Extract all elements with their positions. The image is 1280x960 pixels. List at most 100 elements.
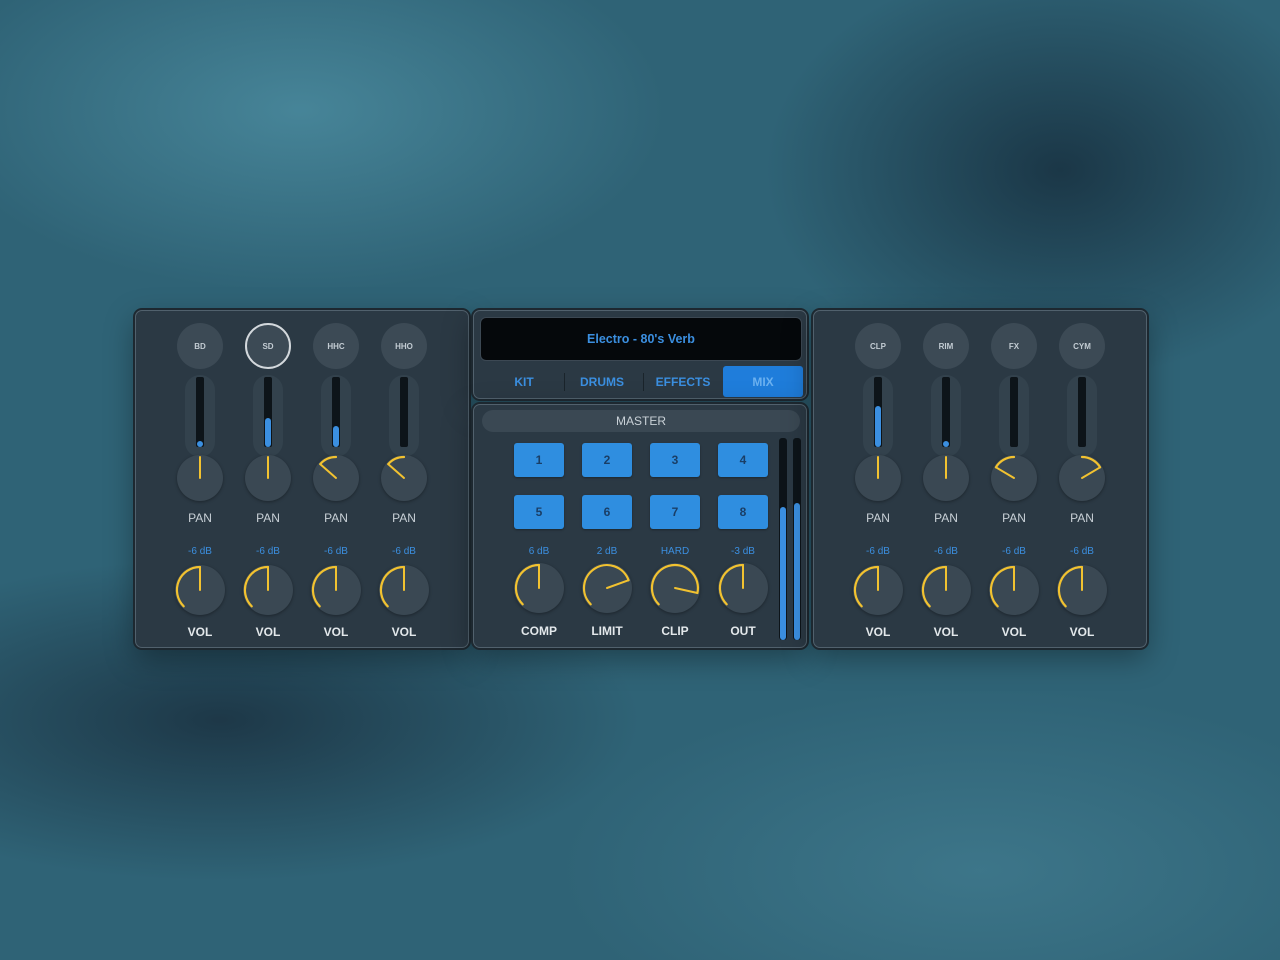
pan-knob[interactable] [245,455,291,501]
volume-value: -6 dB [392,546,416,557]
channel-strip-hhc: HHC PAN -6 dB VOL [302,311,370,649]
pan-knob[interactable] [177,455,223,501]
preset-display[interactable]: Electro - 80's Verb [480,317,802,361]
comp-label: COMP [521,624,557,638]
channel-select-button[interactable]: BD [177,323,223,369]
volume-knob[interactable] [379,565,429,615]
meter-level [197,441,203,447]
level-meter [942,377,950,447]
master-panel: MASTER 12345678 6 dB COMP 2 dB LIMIT HARD CLI… [473,404,807,648]
volume-knob[interactable] [1057,565,1107,615]
tab-mix-label: MIX [752,374,774,389]
channel-name: CLP [870,341,886,351]
tab-kit-label: KIT [514,374,534,389]
volume-value: -6 dB [1070,546,1094,557]
volume-label: VOL [255,625,281,639]
level-meter [332,377,340,447]
master-out-control: -3 dB OUT [709,405,777,645]
pan-knob[interactable] [991,455,1037,501]
out-value: -3 dB [731,546,755,557]
volume-knob[interactable] [989,565,1039,615]
channel-strip-sd: SD PAN -6 dB VOL [234,311,302,649]
pan-knob[interactable] [313,455,359,501]
channel-select-button[interactable]: RIM [923,323,969,369]
preset-name: Electro - 80's Verb [587,332,695,346]
volume-label: VOL [187,625,213,639]
pan-label: PAN [866,511,890,525]
level-meter [400,377,408,447]
volume-label: VOL [1069,625,1095,639]
out-knob[interactable] [718,563,768,613]
pan-label: PAN [934,511,958,525]
channel-select-button[interactable]: SD [245,323,291,369]
level-meter [874,377,882,447]
pan-knob[interactable] [381,455,427,501]
volume-value: -6 dB [1002,546,1026,557]
channel-select-button[interactable]: CYM [1059,323,1105,369]
channel-strip-cym: CYM PAN -6 dB VOL [1048,311,1116,649]
tab-mix[interactable]: MIX [723,366,803,397]
pan-label: PAN [1070,511,1094,525]
channel-name: FX [1008,341,1020,351]
right-mixer-panel: CLP PAN -6 dB VOL RIM PAN -6 dB VOL FX PAN -6 dB VO… [813,310,1147,648]
tab-effects-label: EFFECTS [655,374,711,389]
out-label: OUT [730,624,756,638]
pan-label: PAN [188,511,212,525]
volume-knob[interactable] [921,565,971,615]
volume-knob[interactable] [175,565,225,615]
pan-knob[interactable] [1059,455,1105,501]
clip-label: CLIP [661,624,689,638]
pan-knob[interactable] [855,455,901,501]
channel-strip-clp: CLP PAN -6 dB VOL [844,311,912,649]
master-comp-control: 6 dB COMP [505,405,573,645]
channel-strip-rim: RIM PAN -6 dB VOL [912,311,980,649]
channel-select-button[interactable]: CLP [855,323,901,369]
volume-value: -6 dB [188,546,212,557]
level-meter [1010,377,1018,447]
channel-select-button[interactable]: HHC [313,323,359,369]
level-meter [1078,377,1086,447]
volume-knob[interactable] [243,565,293,615]
meter-level [875,406,881,447]
volume-label: VOL [323,625,349,639]
comp-value: 6 dB [528,546,550,557]
clip-knob[interactable] [650,563,700,613]
channel-name: BD [194,341,206,351]
volume-value: -6 dB [934,546,958,557]
pan-label: PAN [392,511,416,525]
channel-strip-fx: FX PAN -6 dB VOL [980,311,1048,649]
channel-name: RIM [938,341,954,351]
volume-label: VOL [391,625,417,639]
pan-label: PAN [1002,511,1026,525]
volume-knob[interactable] [311,565,361,615]
meter-level [265,417,271,447]
comp-knob[interactable] [514,563,564,613]
pan-label: PAN [324,511,348,525]
pan-knob[interactable] [923,455,969,501]
pan-label: PAN [256,511,280,525]
preset-panel: Electro - 80's Verb KIT DRUMS EFFECTS MI… [473,310,807,399]
volume-label: VOL [865,625,891,639]
channel-name: HHC [327,341,345,351]
channel-strip-hho: HHO PAN -6 dB VOL [370,311,438,649]
limit-label: LIMIT [591,624,623,638]
meter-level [794,502,800,640]
meter-level [780,506,786,640]
limit-knob[interactable] [582,563,632,613]
tab-kit[interactable]: KIT [484,366,564,397]
channel-select-button[interactable]: HHO [381,323,427,369]
clip-value: HARD [660,546,690,557]
channel-name: CYM [1073,341,1091,351]
channel-name: SD [262,341,274,351]
meter-level [943,441,949,447]
volume-label: VOL [933,625,959,639]
channel-select-button[interactable]: FX [991,323,1037,369]
limit-value: 2 dB [596,546,618,557]
volume-knob[interactable] [853,565,903,615]
tab-effects[interactable]: EFFECTS [643,366,723,397]
level-meter [264,377,272,447]
tab-drums-label: DRUMS [580,374,624,389]
tab-drums[interactable]: DRUMS [562,366,642,397]
volume-value: -6 dB [324,546,348,557]
channel-strip-bd: BD PAN -6 dB VOL [166,311,234,649]
